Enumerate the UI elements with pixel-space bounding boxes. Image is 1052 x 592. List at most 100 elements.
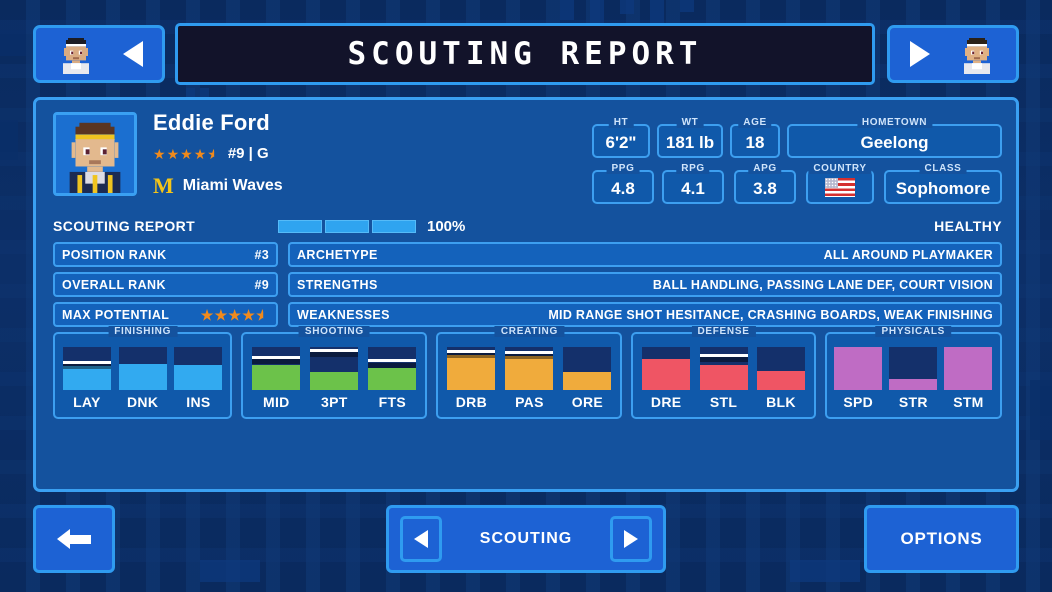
attribute-meter-shade — [699, 357, 748, 363]
row-position-rank-label: POSITION RANK — [62, 247, 167, 262]
scouting-rank-rows: POSITION RANK #3 OVERALL RANK #9 MAX POT… — [53, 242, 278, 327]
attribute-meter-shade — [447, 353, 496, 359]
row-strengths-label: STRENGTHS — [297, 277, 378, 292]
attribute-pas[interactable]: PAS — [505, 347, 554, 410]
player-name: Eddie Ford — [153, 110, 270, 135]
attribute-dre[interactable]: DRE — [642, 347, 691, 410]
attribute-meter-tick — [699, 354, 748, 358]
bg-pixel-block — [1030, 380, 1052, 440]
star-icon: ★ — [153, 145, 166, 162]
attribute-meter-fill — [447, 354, 496, 390]
star-icon: ★ — [166, 145, 180, 162]
star-icon: ★ — [193, 145, 207, 162]
attribute-blk[interactable]: BLK — [756, 347, 805, 410]
vital-class: CLASS Sophomore — [884, 163, 1002, 204]
status-badge: HEALTHY — [934, 218, 1002, 234]
attribute-meter-fill — [174, 365, 223, 390]
row-overall-rank-label: OVERALL RANK — [62, 277, 166, 292]
attribute-label: STM — [953, 394, 984, 410]
attribute-meter-fill — [889, 378, 938, 390]
attribute-group-defense: DEFENSE DRE STL BLK — [631, 326, 816, 419]
attribute-stl[interactable]: STL — [699, 347, 748, 410]
vital-ppg: PPG 4.8 — [592, 163, 654, 204]
attribute-meter-fill — [834, 347, 883, 390]
row-position-rank-value: #3 — [254, 247, 269, 262]
row-position-rank: POSITION RANK #3 — [53, 242, 278, 267]
vitals-group: HT 6'2" WT 181 lb AGE 18 HOMETOWN Geelon… — [592, 112, 1002, 204]
vital-apg: APG 3.8 — [734, 163, 796, 204]
triangle-left-icon — [122, 41, 143, 67]
vital-ppg-label: PPG — [606, 163, 640, 174]
pager-prev-button[interactable] — [400, 516, 442, 562]
attribute-lay[interactable]: LAY — [62, 347, 111, 410]
vital-class-label: CLASS — [919, 163, 967, 174]
progress-segment — [325, 219, 369, 233]
prev-player-avatar — [55, 34, 96, 74]
vital-wt-label: WT — [676, 117, 704, 128]
bg-pixel-block — [200, 560, 260, 582]
attribute-drb[interactable]: DRB — [447, 347, 496, 410]
player-jersey-position: #9 | G — [227, 145, 269, 162]
vital-class-value: Sophomore — [895, 179, 991, 198]
attribute-group-creating: CREATING DRB PAS ORE — [436, 326, 623, 419]
attribute-meter — [563, 347, 612, 390]
usa-flag-icon — [825, 178, 855, 197]
attribute-dnk[interactable]: DNK — [118, 347, 167, 410]
arrow-left-icon — [57, 529, 91, 549]
prev-player-button[interactable] — [33, 25, 165, 83]
attribute-3pt[interactable]: 3PT — [310, 347, 359, 410]
pager-next-button[interactable] — [609, 516, 652, 562]
max-potential-stars: ★ ★ ★ ★ ★ — [201, 308, 269, 322]
page-title: SCOUTING REPORT — [175, 23, 875, 85]
attribute-meter-tick — [310, 349, 359, 353]
row-strengths-value: BALL HANDLING, PASSING LANE DEF, COURT V… — [652, 277, 993, 292]
triangle-right-icon — [909, 41, 930, 67]
vital-rpg: RPG 4.1 — [662, 163, 724, 204]
attribute-ins[interactable]: INS — [174, 347, 223, 410]
scouting-progress-bar — [278, 219, 416, 233]
attribute-str[interactable]: STR — [889, 347, 938, 410]
attribute-label: FTS — [378, 394, 407, 410]
star-icon: ★ — [200, 306, 214, 323]
attribute-stm[interactable]: STM — [944, 347, 993, 410]
attribute-meter-fill — [756, 371, 805, 390]
attribute-meter — [62, 347, 111, 390]
row-archetype-label: ARCHETYPE — [297, 247, 378, 262]
row-max-potential: MAX POTENTIAL ★ ★ ★ ★ ★ — [53, 302, 278, 327]
star-half-icon: ★ — [256, 306, 269, 323]
options-button[interactable]: OPTIONS — [864, 505, 1019, 573]
attribute-label: INS — [186, 394, 211, 410]
scouting-report-screen: SCOUTING REPORT Eddie Ford ★ ★ ★ ★ ★ #9 | G … — [0, 0, 1052, 592]
attribute-group-title: SHOOTING — [298, 326, 370, 337]
row-strengths: STRENGTHS BALL HANDLING, PASSING LANE DE… — [288, 272, 1002, 297]
vital-apg-label: APG — [748, 163, 782, 174]
attribute-label: SPD — [843, 394, 874, 410]
vital-wt: WT 181 lb — [657, 117, 723, 158]
attribute-ore[interactable]: ORE — [563, 347, 612, 410]
attribute-label: BLK — [766, 394, 796, 410]
attribute-mid[interactable]: MID — [252, 347, 301, 410]
attribute-group-physicals: PHYSICALS SPD STR STM — [824, 326, 1002, 419]
attribute-meter-tick — [447, 350, 496, 354]
vital-hometown-value: Geelong — [860, 133, 929, 152]
page-title-text: SCOUTING REPORT — [347, 36, 703, 72]
triangle-right-icon — [623, 530, 638, 548]
attribute-meter-fill — [252, 365, 301, 390]
attribute-meter — [834, 347, 883, 390]
vital-country-label: COUNTRY — [808, 163, 872, 174]
star-icon: ★ — [214, 306, 228, 323]
attribute-label: DRB — [455, 394, 487, 410]
team-logo-icon: M — [153, 173, 174, 198]
player-portrait-image — [56, 115, 134, 193]
player-rating-row: ★ ★ ★ ★ ★ #9 | G — [153, 145, 269, 162]
next-player-button[interactable] — [887, 25, 1019, 83]
attribute-spd[interactable]: SPD — [834, 347, 883, 410]
star-half-icon: ★ — [207, 145, 220, 162]
attribute-meter — [889, 347, 938, 390]
attribute-meter-shade — [252, 359, 301, 365]
attribute-fts[interactable]: FTS — [368, 347, 417, 410]
back-button[interactable] — [33, 505, 115, 573]
vital-age-value: 18 — [745, 133, 765, 152]
vital-ht-label: HT — [608, 117, 634, 128]
attribute-meter-tick — [252, 356, 301, 360]
